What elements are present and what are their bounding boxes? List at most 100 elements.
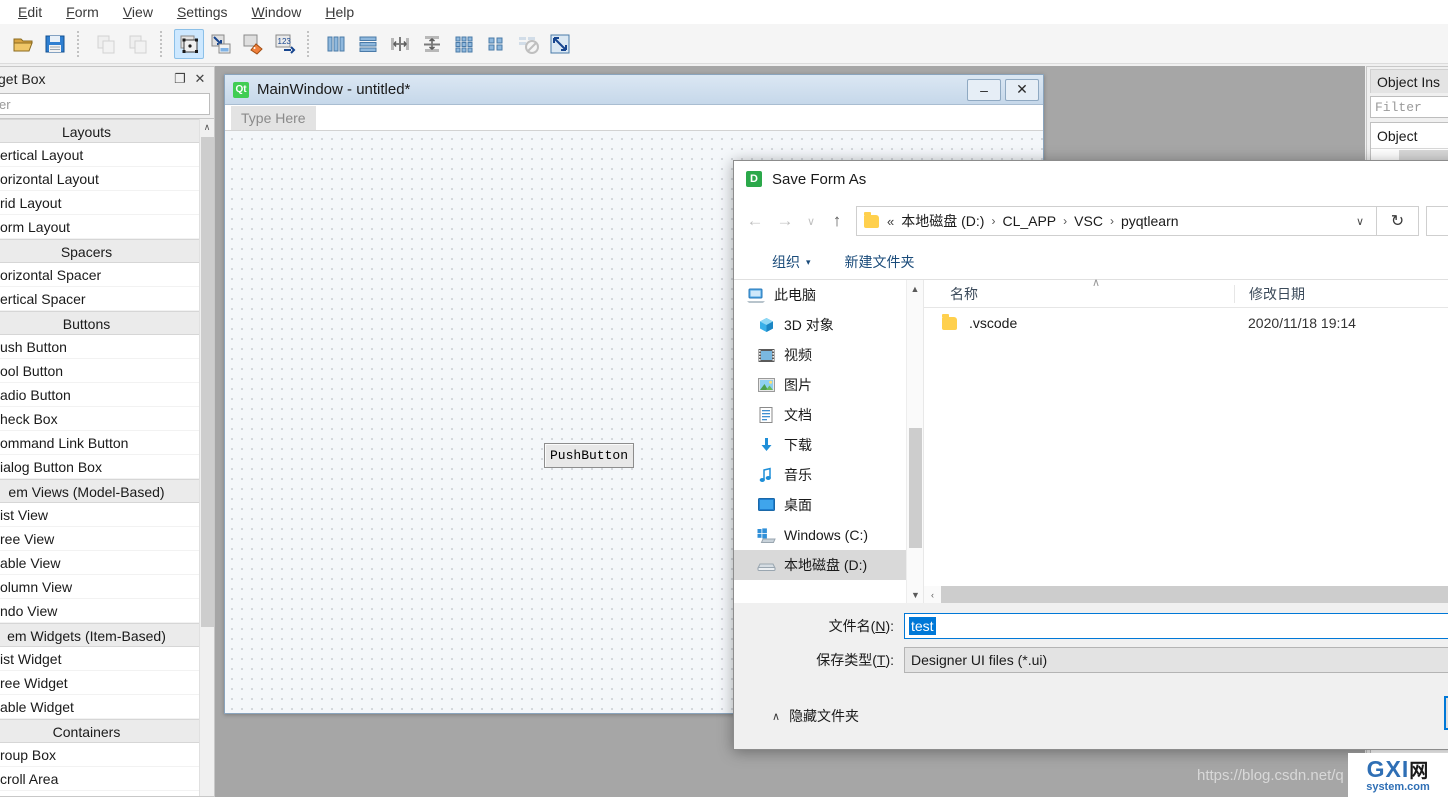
nav-item-windows-c[interactable]: Windows (C:) <box>734 520 923 550</box>
paste-icon[interactable] <box>123 29 153 59</box>
widget-box-scrollbar[interactable]: ∧ <box>199 119 214 796</box>
save-icon[interactable] <box>40 29 70 59</box>
widget-item-horizontal-spacer[interactable]: orizontal Spacer <box>0 263 199 287</box>
widget-category-layouts[interactable]: Layouts <box>0 119 199 143</box>
layout-grid-icon[interactable] <box>449 29 479 59</box>
layout-splitter-vertical-icon[interactable] <box>417 29 447 59</box>
layout-horizontally-icon[interactable] <box>321 29 351 59</box>
widget-item-column-view[interactable]: olumn View <box>0 575 199 599</box>
nav-item-downloads[interactable]: 下载 <box>734 430 923 460</box>
forward-icon[interactable]: → <box>770 206 800 236</box>
widget-category-item-widgets[interactable]: em Widgets (Item-Based) <box>0 623 199 647</box>
menu-settings[interactable]: Settings <box>165 2 240 22</box>
file-list-pane[interactable]: 名称 ∧ 修改日期 .vscode 2020/11/18 19:14 ‹ <box>924 280 1448 603</box>
address-dropdown-icon[interactable]: ∨ <box>1348 215 1372 228</box>
copy-icon[interactable] <box>91 29 121 59</box>
widget-item-scroll-area[interactable]: croll Area <box>0 767 199 791</box>
edit-tab-order-icon[interactable]: 123 <box>270 29 300 59</box>
open-icon[interactable] <box>8 29 38 59</box>
breadcrumb-item-vsc[interactable]: VSC <box>1074 213 1103 229</box>
table-row[interactable]: .vscode 2020/11/18 19:14 <box>924 308 1448 338</box>
menu-form[interactable]: Form <box>54 2 111 22</box>
nav-item-this-pc[interactable]: 此电脑 <box>734 280 923 310</box>
scroll-up-icon[interactable]: ▲ <box>907 280 923 297</box>
menu-view[interactable]: View <box>111 2 165 22</box>
new-folder-button[interactable]: 新建文件夹 <box>845 252 915 272</box>
widget-item-undo-view[interactable]: ndo View <box>0 599 199 623</box>
breadcrumb-item-pyqtlearn[interactable]: pyqtlearn <box>1121 213 1179 229</box>
push-button-widget[interactable]: PushButton <box>544 443 634 468</box>
filetype-select[interactable]: Designer UI files (*.ui) <box>904 647 1448 673</box>
menu-window[interactable]: Window <box>240 2 314 22</box>
widget-category-buttons[interactable]: Buttons <box>0 311 199 335</box>
minimize-button[interactable]: – <box>967 79 1001 101</box>
close-icon[interactable]: ✕ <box>190 70 210 88</box>
widget-item-form-layout[interactable]: orm Layout <box>0 215 199 239</box>
organize-button[interactable]: 组织 ▾ <box>772 252 811 272</box>
layout-vertically-icon[interactable] <box>353 29 383 59</box>
widget-item-list-view[interactable]: ist View <box>0 503 199 527</box>
widget-item-vertical-spacer[interactable]: ertical Spacer <box>0 287 199 311</box>
search-input[interactable] <box>1426 206 1448 236</box>
edit-widgets-icon[interactable] <box>174 29 204 59</box>
widget-item-list-widget[interactable]: ist Widget <box>0 647 199 671</box>
object-column-header[interactable]: Object <box>1371 123 1448 149</box>
scrollbar-thumb[interactable] <box>909 428 922 548</box>
address-bar[interactable]: « 本地磁盘 (D:) › CL_APP › VSC › pyqtlearn ∨ <box>856 206 1377 236</box>
up-icon[interactable]: ↑ <box>822 206 852 236</box>
widget-box-filter-input[interactable]: er <box>0 93 210 115</box>
back-icon[interactable]: ← <box>740 206 770 236</box>
widget-item-table-view[interactable]: able View <box>0 551 199 575</box>
recent-locations-icon[interactable]: ∨ <box>800 206 822 236</box>
nav-item-videos[interactable]: 视频 <box>734 340 923 370</box>
break-layout-icon[interactable] <box>513 29 543 59</box>
widget-item-tool-button[interactable]: ool Button <box>0 359 199 383</box>
hide-folders-toggle[interactable]: ∧ 隐藏文件夹 <box>772 706 859 726</box>
widget-item-table-widget[interactable]: able Widget <box>0 695 199 719</box>
layout-form-icon[interactable] <box>481 29 511 59</box>
widget-category-spacers[interactable]: Spacers <box>0 239 199 263</box>
nav-item-music[interactable]: 音乐 <box>734 460 923 490</box>
file-name-cell[interactable]: .vscode <box>924 315 1234 331</box>
scroll-up-icon[interactable]: ∧ <box>200 119 214 135</box>
column-header-date[interactable]: 修改日期 <box>1234 285 1305 303</box>
save-button[interactable]: 保存(S) <box>1444 696 1448 730</box>
widget-item-dialog-button-box[interactable]: ialog Button Box <box>0 455 199 479</box>
scroll-down-icon[interactable]: ▼ <box>907 586 924 603</box>
widget-item-check-box[interactable]: heck Box <box>0 407 199 431</box>
object-inspector-filter-input[interactable]: Filter <box>1370 96 1448 118</box>
menu-edit[interactable]: Edit <box>6 2 54 22</box>
file-list-hscrollbar[interactable]: ‹ <box>924 586 1448 603</box>
nav-item-pictures[interactable]: 图片 <box>734 370 923 400</box>
breadcrumb-item-cl-app[interactable]: CL_APP <box>1002 213 1056 229</box>
widget-category-containers[interactable]: Containers <box>0 719 199 743</box>
menubar-type-here-placeholder[interactable]: Type Here <box>231 106 316 130</box>
widget-item-radio-button[interactable]: adio Button <box>0 383 199 407</box>
breadcrumb-item-drive[interactable]: 本地磁盘 (D:) <box>901 211 984 231</box>
filename-input[interactable]: test <box>904 613 1448 639</box>
widget-item-push-button[interactable]: ush Button <box>0 335 199 359</box>
widget-item-group-box[interactable]: roup Box <box>0 743 199 767</box>
column-header-name[interactable]: 名称 ∧ <box>924 284 1234 304</box>
widget-item-vertical-layout[interactable]: ertical Layout <box>0 143 199 167</box>
widget-box-list[interactable]: Layouts ertical Layout orizontal Layout … <box>0 118 214 796</box>
scroll-left-icon[interactable]: ‹ <box>924 586 941 603</box>
nav-item-3d-objects[interactable]: 3D 对象 <box>734 310 923 340</box>
refresh-icon[interactable]: ↻ <box>1377 206 1419 236</box>
float-icon[interactable]: ❐ <box>170 70 190 88</box>
widget-item-grid-layout[interactable]: rid Layout <box>0 191 199 215</box>
nav-item-desktop[interactable]: 桌面 <box>734 490 923 520</box>
nav-item-documents[interactable]: 文档 <box>734 400 923 430</box>
edit-signals-slots-icon[interactable] <box>206 29 236 59</box>
widget-item-tree-widget[interactable]: ree Widget <box>0 671 199 695</box>
widget-item-tree-view[interactable]: ree View <box>0 527 199 551</box>
widget-item-command-link-button[interactable]: ommand Link Button <box>0 431 199 455</box>
nav-item-local-disk-d[interactable]: 本地磁盘 (D:) <box>734 550 923 580</box>
breadcrumb-overflow-icon[interactable]: « <box>887 214 894 229</box>
layout-splitter-horizontal-icon[interactable] <box>385 29 415 59</box>
scrollbar-thumb[interactable] <box>941 586 1448 603</box>
navpane-scrollbar[interactable]: ▲ ▼ <box>906 280 923 603</box>
edit-buddies-icon[interactable] <box>238 29 268 59</box>
form-menubar[interactable]: Type Here <box>225 105 1043 131</box>
scrollbar-thumb[interactable] <box>201 137 214 627</box>
